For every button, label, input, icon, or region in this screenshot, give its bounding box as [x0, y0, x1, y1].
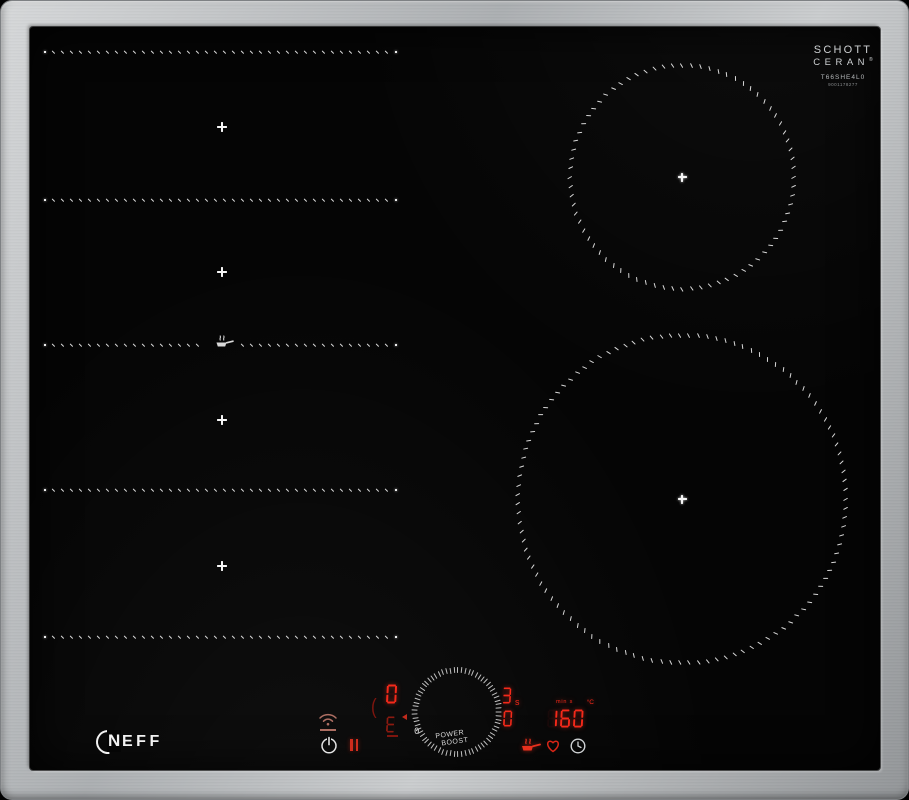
zone-mark: [607, 642, 609, 648]
schott-ceran-logo: SCHOTT CERAN® T66SHE4L0 9001178277: [793, 44, 893, 87]
neff-logo: N EFF: [91, 725, 163, 759]
pan-steam-icon: [216, 335, 234, 347]
registered-mark: ®: [869, 57, 873, 63]
wifi-icon[interactable]: [317, 711, 339, 727]
temperature-display: [547, 709, 584, 728]
serial-number: 9001178277: [828, 82, 858, 88]
zone-bracket: (: [371, 694, 377, 719]
zone-select-arrow-icon: [402, 714, 407, 720]
flex-indicator-underline: [387, 735, 398, 737]
power-button[interactable]: [319, 735, 339, 755]
schott-text: SCHOTT: [813, 44, 873, 56]
frying-sensor-button[interactable]: [517, 736, 542, 755]
timer-seconds-display: [502, 687, 512, 704]
zone-mark: [777, 229, 784, 232]
neff-logo-n: N: [107, 730, 122, 752]
zone-mark: [591, 107, 597, 110]
zone-mark: [734, 75, 737, 82]
ceran-text: CERAN®: [813, 57, 873, 69]
zone-mark: [681, 494, 683, 504]
zone-mark: [807, 600, 813, 604]
dial-zero-label: 0: [414, 727, 420, 737]
timer-unit-label: s: [515, 697, 520, 707]
pause-button[interactable]: [350, 739, 359, 751]
right-zone-power-display: [503, 710, 513, 727]
zone-mark: [773, 237, 779, 240]
zone-mark: [627, 272, 630, 279]
temperature-labels: min s °C: [556, 699, 594, 706]
zone-mark: [543, 406, 549, 408]
wifi-underline: [320, 729, 336, 731]
zone-mark: [681, 172, 683, 182]
flex-zone-indicator-display: [386, 716, 396, 733]
left-zone-power-display: [386, 684, 398, 704]
ceramic-glass-surface: [30, 27, 880, 770]
favorite-button[interactable]: [544, 737, 562, 754]
zone-mark: [612, 262, 615, 268]
min-s-label: min s: [556, 699, 574, 705]
timer-button[interactable]: [569, 737, 587, 755]
induction-hob-frame: SCHOTT CERAN® T66SHE4L0 9001178277 N EFF…: [0, 0, 909, 800]
zone-mark: [576, 131, 582, 133]
neff-logo-letters: EFF: [122, 733, 163, 750]
celsius-label: °C: [586, 699, 594, 706]
model-number: T66SHE4L0: [820, 74, 866, 82]
zone-mark: [526, 438, 532, 442]
zone-mark: [742, 80, 745, 86]
zone-mark: [534, 422, 540, 424]
